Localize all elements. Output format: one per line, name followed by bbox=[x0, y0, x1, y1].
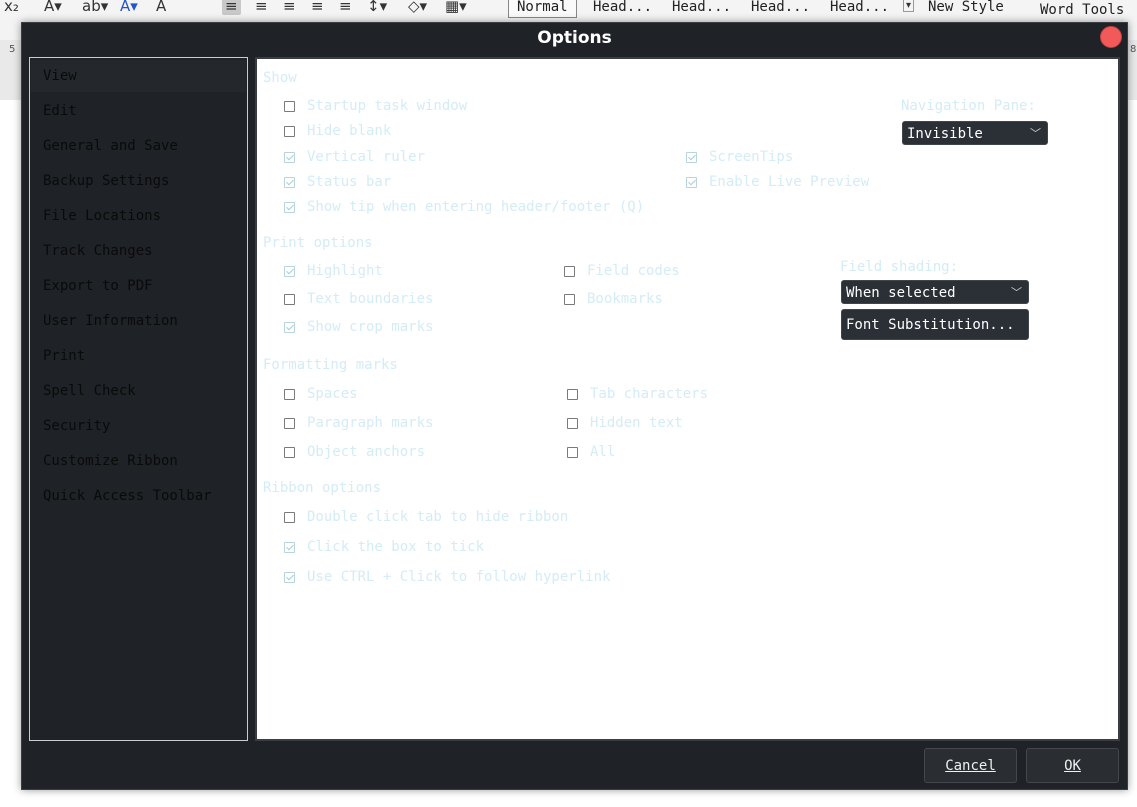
option-bookmarks[interactable]: Bookmarks bbox=[564, 289, 663, 309]
checkbox-checked[interactable] bbox=[686, 176, 697, 188]
options-nav: View Edit General and Save Backup Settin… bbox=[29, 57, 248, 741]
section-heading-show: Show bbox=[263, 70, 297, 86]
checkbox-checked[interactable] bbox=[284, 151, 295, 163]
checkbox[interactable] bbox=[284, 293, 295, 305]
option-vertical-ruler[interactable]: Vertical ruler bbox=[284, 147, 425, 167]
nav-item-print[interactable]: Print bbox=[31, 340, 246, 372]
options-dialog: Options View Edit General and Save Backu… bbox=[21, 22, 1128, 790]
background-toolbar: x₂ A▾ ab▾ A▾ A ≡ ≡ ≡ ≡ ≡ ↕▾ ◇▾ ▦▾ Normal… bbox=[0, 0, 1137, 20]
navigation-pane-label: Navigation Pane: bbox=[901, 98, 1036, 114]
borders-icon[interactable]: ▦▾ bbox=[445, 0, 467, 15]
nav-item-customize-ribbon[interactable]: Customize Ribbon bbox=[31, 445, 246, 477]
text-effects-icon[interactable]: A▾ bbox=[44, 0, 62, 15]
nav-item-edit[interactable]: Edit bbox=[31, 95, 246, 127]
checkbox[interactable] bbox=[284, 388, 295, 400]
options-content: Show Startup task window Hide blank Vert… bbox=[255, 57, 1120, 741]
checkbox-checked[interactable] bbox=[284, 265, 295, 277]
nav-item-spell-check[interactable]: Spell Check bbox=[31, 375, 246, 407]
option-object-anchors[interactable]: Object anchors bbox=[284, 442, 425, 462]
checkbox[interactable] bbox=[564, 265, 575, 277]
option-hide-blank[interactable]: Hide blank bbox=[284, 121, 391, 141]
subscript-icon[interactable]: x₂ bbox=[4, 0, 19, 15]
style-heading-4[interactable]: Head... bbox=[830, 0, 889, 17]
style-heading-2[interactable]: Head... bbox=[672, 0, 731, 17]
align-right-icon[interactable]: ≡ bbox=[283, 0, 296, 15]
option-startup-task-window[interactable]: Startup task window bbox=[284, 96, 467, 116]
font-color-icon[interactable]: A▾ bbox=[120, 0, 138, 15]
checkbox-checked[interactable] bbox=[284, 201, 295, 213]
section-heading-print-options: Print options bbox=[263, 235, 373, 251]
option-show-tip[interactable]: Show tip when entering header/footer (Q) bbox=[284, 197, 644, 217]
option-all[interactable]: All bbox=[567, 442, 615, 462]
checkbox[interactable] bbox=[284, 446, 295, 458]
highlight-icon[interactable]: ab▾ bbox=[82, 0, 108, 15]
field-shading-select[interactable]: When selected ﹀ bbox=[841, 280, 1029, 304]
close-button[interactable] bbox=[1100, 26, 1122, 48]
section-heading-formatting-marks: Formatting marks bbox=[263, 357, 398, 373]
option-status-bar[interactable]: Status bar bbox=[284, 172, 391, 192]
checkbox[interactable] bbox=[284, 511, 295, 523]
section-heading-ribbon-options: Ribbon options bbox=[263, 480, 382, 496]
navigation-pane-select[interactable]: Invisible ﹀ bbox=[902, 121, 1048, 145]
option-show-crop-marks[interactable]: Show crop marks bbox=[284, 317, 433, 337]
checkbox[interactable] bbox=[284, 417, 295, 429]
style-heading-1[interactable]: Head... bbox=[593, 0, 652, 17]
dialog-title: Options bbox=[537, 28, 612, 48]
font-substitution-button[interactable]: Font Substitution... bbox=[841, 309, 1029, 340]
ruler-number: 5 bbox=[9, 44, 16, 55]
option-tab-characters[interactable]: Tab characters bbox=[567, 384, 708, 404]
option-spaces[interactable]: Spaces bbox=[284, 384, 358, 404]
line-spacing-icon[interactable]: ↕▾ bbox=[367, 0, 387, 15]
char-shading-icon[interactable]: A bbox=[156, 0, 166, 15]
cancel-button[interactable]: Cancel bbox=[924, 748, 1017, 783]
new-style-button[interactable]: New Style bbox=[928, 0, 1004, 17]
option-click-the-box[interactable]: Click the box to tick bbox=[284, 537, 484, 557]
option-enable-live-preview[interactable]: Enable Live Preview bbox=[686, 172, 869, 192]
checkbox-checked[interactable] bbox=[284, 541, 295, 553]
align-left-icon[interactable]: ≡ bbox=[222, 0, 241, 15]
option-paragraph-marks[interactable]: Paragraph marks bbox=[284, 413, 433, 433]
justify-icon[interactable]: ≡ bbox=[311, 0, 324, 15]
styles-gallery-chevron-icon[interactable]: ▾ bbox=[903, 0, 915, 12]
chevron-down-icon: ﹀ bbox=[1011, 286, 1022, 299]
chevron-down-icon: ﹀ bbox=[1030, 127, 1041, 140]
checkbox[interactable] bbox=[567, 446, 578, 458]
checkbox-checked[interactable] bbox=[284, 321, 295, 333]
nav-item-export-to-pdf[interactable]: Export to PDF bbox=[31, 270, 246, 302]
checkbox-checked[interactable] bbox=[686, 151, 697, 163]
option-double-click-tab[interactable]: Double click tab to hide ribbon bbox=[284, 507, 568, 527]
nav-item-file-locations[interactable]: File Locations bbox=[31, 200, 246, 232]
shading-icon[interactable]: ◇▾ bbox=[408, 0, 427, 15]
ok-button[interactable]: OK bbox=[1026, 748, 1119, 783]
nav-item-backup-settings[interactable]: Backup Settings bbox=[31, 165, 246, 197]
option-field-codes[interactable]: Field codes bbox=[564, 261, 680, 281]
field-shading-label: Field shading: bbox=[840, 259, 959, 275]
nav-item-view[interactable]: View bbox=[31, 60, 246, 92]
distributed-icon[interactable]: ≡ bbox=[339, 0, 352, 15]
nav-item-track-changes[interactable]: Track Changes bbox=[31, 235, 246, 267]
option-screentips[interactable]: ScreenTips bbox=[686, 147, 793, 167]
nav-item-security[interactable]: Security bbox=[31, 410, 246, 442]
nav-item-general-and-save[interactable]: General and Save bbox=[31, 130, 246, 162]
option-hidden-text[interactable]: Hidden text bbox=[567, 413, 683, 433]
option-ctrl-click-hyperlink[interactable]: Use CTRL + Click to follow hyperlink bbox=[284, 567, 610, 587]
checkbox[interactable] bbox=[567, 388, 578, 400]
checkbox-checked[interactable] bbox=[284, 571, 295, 583]
style-normal[interactable]: Normal bbox=[508, 0, 577, 18]
checkbox[interactable] bbox=[284, 100, 295, 112]
nav-item-quick-access-toolbar[interactable]: Quick Access Toolbar bbox=[31, 480, 246, 512]
checkbox[interactable] bbox=[567, 417, 578, 429]
option-text-boundaries[interactable]: Text boundaries bbox=[284, 289, 433, 309]
option-highlight[interactable]: Highlight bbox=[284, 261, 383, 281]
nav-item-user-information[interactable]: User Information bbox=[31, 305, 246, 337]
ruler-number: 8 bbox=[1130, 44, 1137, 55]
checkbox[interactable] bbox=[564, 293, 575, 305]
align-center-icon[interactable]: ≡ bbox=[255, 0, 268, 15]
checkbox-checked[interactable] bbox=[284, 176, 295, 188]
checkbox[interactable] bbox=[284, 125, 295, 137]
style-heading-3[interactable]: Head... bbox=[751, 0, 810, 17]
word-tools-menu[interactable]: Word Tools bbox=[1040, 0, 1124, 20]
